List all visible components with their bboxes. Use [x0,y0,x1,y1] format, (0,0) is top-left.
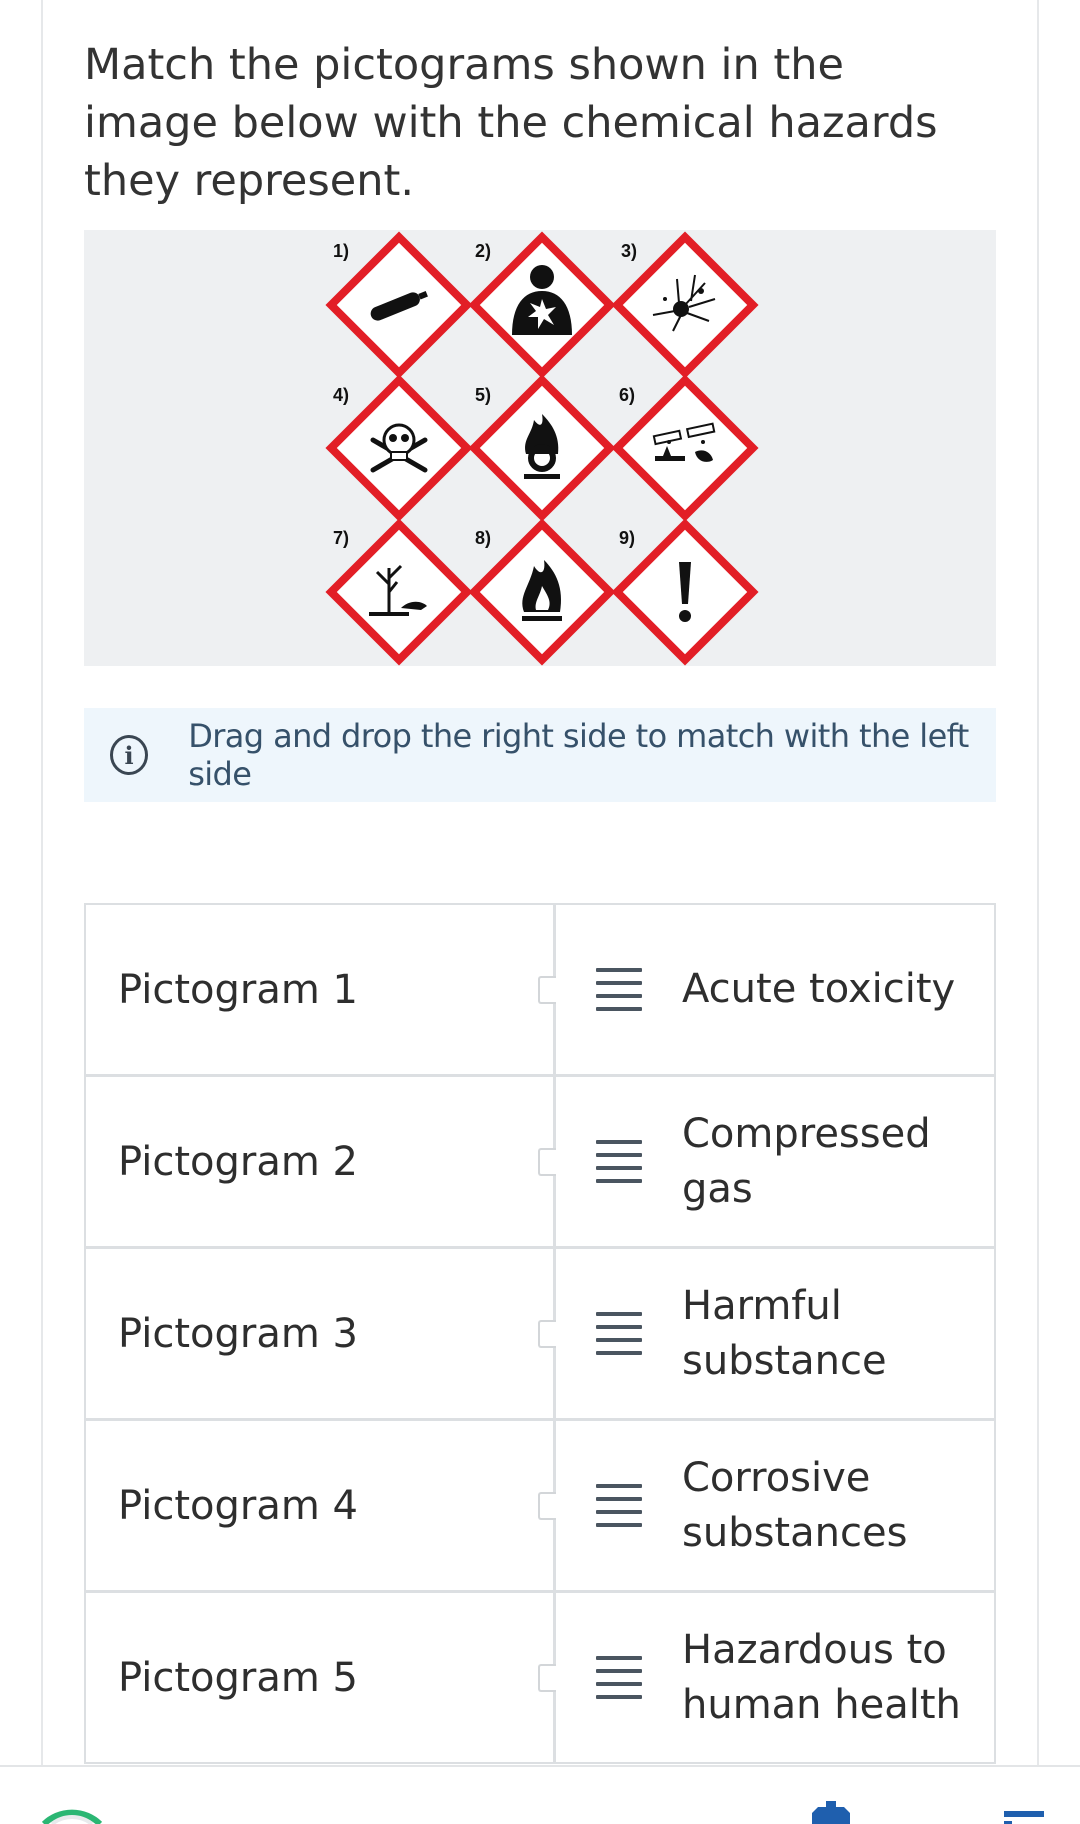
match-row: Pictogram 3 Harmful substance [84,1247,996,1420]
question-text: Match the pictograms shown in the image … [84,40,938,206]
pictogram-label-4: 4) [333,385,349,405]
draggable-answer[interactable]: Hazardous to human health [554,1591,996,1764]
pictogram-label-6: 6) [619,385,635,405]
match-row: Pictogram 1 Acute toxicity [84,903,996,1076]
pictogram-label-8: 8) [475,528,491,548]
ghs-pictograms-figure: 1) 2) 3) 4) 5) 6) 7) 8) 9) [84,230,996,666]
pictogram-label-1: 1) [333,241,349,261]
instruction-text: Drag and drop the right side to match wi… [188,717,969,793]
answer-label: Acute toxicity [682,966,956,1012]
match-row: Pictogram 2 Compressed gas [84,1075,996,1248]
answer-label: Hazardous to human health [682,1626,961,1728]
left-item: Pictogram 2 [84,1075,555,1248]
bottom-toolbar [0,1767,1080,1824]
draggable-answer[interactable]: Acute toxicity [554,903,996,1076]
answer-label: Compressed gas [682,1110,931,1212]
settings-icon[interactable] [812,1801,850,1824]
drag-handle-icon[interactable] [596,1484,642,1527]
answer-label: Corrosive substances [682,1454,908,1556]
drag-handle-icon[interactable] [596,1140,642,1183]
draggable-answer[interactable]: Harmful substance [554,1247,996,1420]
list-icon[interactable] [1004,1811,1044,1824]
drag-handle-icon[interactable] [596,968,642,1011]
connector-notch [538,1492,556,1520]
skull-crossbones-icon [331,380,467,516]
left-item: Pictogram 3 [84,1247,555,1420]
info-icon: i [110,735,149,775]
left-item: Pictogram 1 [84,903,555,1076]
match-row: Pictogram 5 Hazardous to human health [84,1591,996,1764]
pictogram-label-3: 3) [621,241,637,261]
connector-notch [538,976,556,1004]
pictogram-label-9: 9) [619,528,635,548]
instruction-banner: i Drag and drop the right side to match … [84,708,996,802]
flame-icon [474,524,610,660]
exploding-bomb-icon [617,237,753,373]
left-item: Pictogram 5 [84,1591,555,1764]
match-row: Pictogram 4 Corrosive substances [84,1419,996,1592]
connector-notch [538,1664,556,1692]
left-item: Pictogram 4 [84,1419,555,1592]
corrosion-icon [617,380,753,516]
health-hazard-icon [474,237,610,373]
connector-notch [538,1148,556,1176]
connector-notch [538,1320,556,1348]
gas-cylinder-icon [331,237,467,373]
draggable-answer[interactable]: Corrosive substances [554,1419,996,1592]
answer-label: Harmful substance [682,1282,887,1384]
matching-table: Pictogram 1 Acute toxicity Pictogram 2 C… [84,903,996,1764]
flame-over-circle-icon [474,380,610,516]
pictogram-label-7: 7) [333,528,349,548]
drag-handle-icon[interactable] [596,1656,642,1699]
drag-handle-icon[interactable] [596,1312,642,1355]
draggable-answer[interactable]: Compressed gas [554,1075,996,1248]
pictogram-label-2: 2) [475,241,491,261]
pictogram-label-5: 5) [475,385,491,405]
environment-icon [331,524,467,660]
exclamation-mark-icon [617,524,753,660]
progress-ring-icon[interactable] [41,1809,103,1824]
